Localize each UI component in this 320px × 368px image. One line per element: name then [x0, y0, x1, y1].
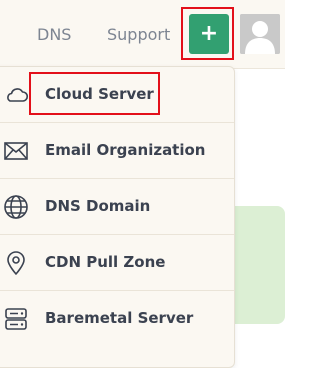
user-avatar-icon: [240, 14, 280, 54]
cloud-icon: [7, 88, 29, 102]
location-pin-icon: [7, 251, 25, 275]
menu-item-baremetal-server[interactable]: Baremetal Server: [0, 291, 234, 346]
menu-item-label: CDN Pull Zone: [45, 253, 166, 271]
avatar[interactable]: [240, 14, 280, 54]
menu-item-label: DNS Domain: [45, 197, 151, 215]
menu-item-email-organization[interactable]: Email Organization: [0, 123, 234, 179]
mail-icon: [4, 142, 28, 160]
menu-item-dns-domain[interactable]: DNS Domain: [0, 179, 234, 235]
menu-item-cdn-pull-zone[interactable]: CDN Pull Zone: [0, 235, 234, 291]
globe-icon: [4, 195, 28, 219]
top-navbar: DNS Support +: [0, 0, 285, 69]
menu-item-label: Baremetal Server: [45, 309, 194, 327]
server-icon: [5, 308, 27, 330]
nav-link-support[interactable]: Support: [107, 25, 170, 45]
cloud-server-highlight: [29, 72, 160, 115]
nav-link-dns[interactable]: DNS: [37, 25, 71, 45]
add-button[interactable]: +: [189, 14, 229, 54]
menu-item-label: Email Organization: [45, 141, 206, 159]
plus-icon: +: [199, 21, 219, 46]
